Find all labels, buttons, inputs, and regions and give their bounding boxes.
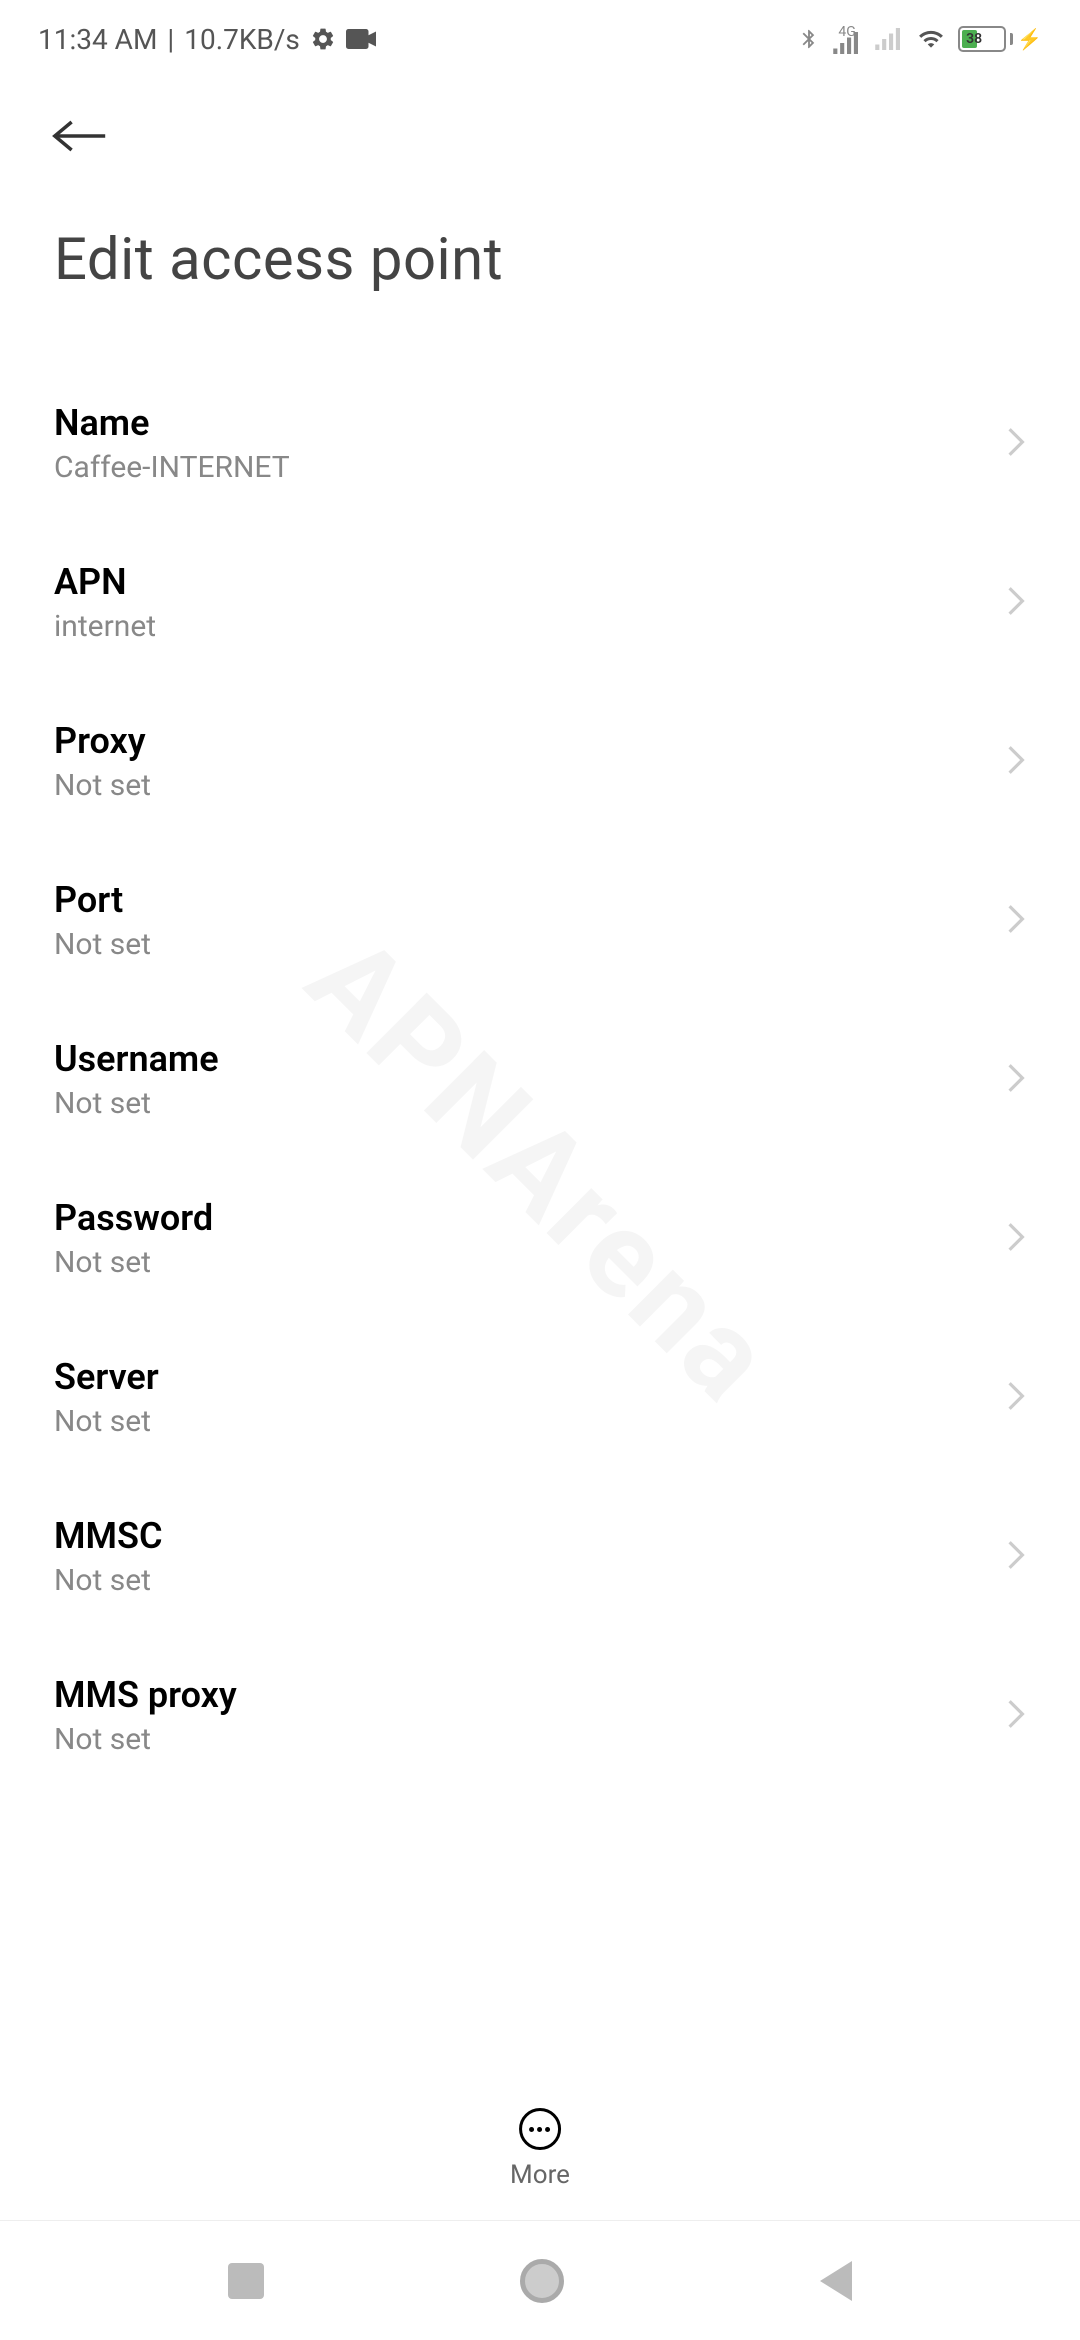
setting-value: Not set xyxy=(54,1404,159,1439)
bluetooth-icon xyxy=(798,24,820,54)
setting-value: Not set xyxy=(54,927,151,962)
nav-home-button[interactable] xyxy=(520,2259,564,2303)
battery-indicator: 38 ⚡ xyxy=(958,26,1042,52)
nav-recent-button[interactable] xyxy=(228,2263,264,2299)
setting-value: Not set xyxy=(54,768,151,803)
setting-item-proxy[interactable]: Proxy Not set xyxy=(54,682,1026,841)
chevron-right-icon xyxy=(1006,1221,1026,1257)
page-title: Edit access point xyxy=(0,178,1080,364)
setting-item-mmsc[interactable]: MMSC Not set xyxy=(54,1477,1026,1636)
setting-value: Not set xyxy=(54,1563,163,1598)
setting-label: Password xyxy=(54,1197,213,1239)
setting-label: Proxy xyxy=(54,720,151,762)
chevron-right-icon xyxy=(1006,1698,1026,1734)
more-label: More xyxy=(510,2160,570,2190)
status-separator: | xyxy=(167,23,174,56)
settings-list: Name Caffee-INTERNET APN internet Proxy … xyxy=(0,364,1080,1795)
chevron-right-icon xyxy=(1006,1539,1026,1575)
chevron-right-icon xyxy=(1006,426,1026,462)
setting-item-server[interactable]: Server Not set xyxy=(54,1318,1026,1477)
setting-item-apn[interactable]: APN internet xyxy=(54,523,1026,682)
setting-item-username[interactable]: Username Not set xyxy=(54,1000,1026,1159)
setting-label: MMSC xyxy=(54,1515,163,1557)
status-bar-left: 11:34 AM | 10.7KB/s xyxy=(38,23,376,56)
setting-label: Username xyxy=(54,1038,219,1080)
chevron-right-icon xyxy=(1006,1062,1026,1098)
setting-item-port[interactable]: Port Not set xyxy=(54,841,1026,1000)
status-time: 11:34 AM xyxy=(38,23,157,56)
more-icon xyxy=(519,2108,561,2150)
chevron-right-icon xyxy=(1006,744,1026,780)
setting-label: Port xyxy=(54,879,151,921)
back-button[interactable] xyxy=(0,70,1080,178)
setting-label: MMS proxy xyxy=(54,1674,237,1716)
status-bar: 11:34 AM | 10.7KB/s 4G 38 xyxy=(0,0,1080,70)
signal-icon-2 xyxy=(874,28,904,50)
setting-item-mms-proxy[interactable]: MMS proxy Not set xyxy=(54,1636,1026,1795)
nav-back-button[interactable] xyxy=(820,2261,852,2301)
gear-icon xyxy=(310,26,336,52)
setting-value: Not set xyxy=(54,1245,213,1280)
camera-icon xyxy=(346,28,376,50)
chevron-right-icon xyxy=(1006,1380,1026,1416)
battery-percent: 38 xyxy=(966,31,982,47)
charging-icon: ⚡ xyxy=(1017,27,1042,51)
setting-value: Not set xyxy=(54,1722,237,1757)
setting-value: internet xyxy=(54,609,156,644)
signal-icon-1 xyxy=(832,32,862,54)
navigation-bar xyxy=(0,2220,1080,2340)
more-button[interactable]: More xyxy=(510,2108,570,2190)
setting-value: Not set xyxy=(54,1086,219,1121)
chevron-right-icon xyxy=(1006,585,1026,621)
setting-label: Name xyxy=(54,402,290,444)
setting-label: Server xyxy=(54,1356,159,1398)
chevron-right-icon xyxy=(1006,903,1026,939)
status-bar-right: 4G 38 ⚡ xyxy=(798,24,1042,54)
setting-value: Caffee-INTERNET xyxy=(54,450,290,485)
back-arrow-icon xyxy=(52,118,108,154)
setting-item-name[interactable]: Name Caffee-INTERNET xyxy=(54,364,1026,523)
status-data-speed: 10.7KB/s xyxy=(184,23,300,56)
setting-label: APN xyxy=(54,561,156,603)
wifi-icon xyxy=(916,26,946,52)
setting-item-password[interactable]: Password Not set xyxy=(54,1159,1026,1318)
